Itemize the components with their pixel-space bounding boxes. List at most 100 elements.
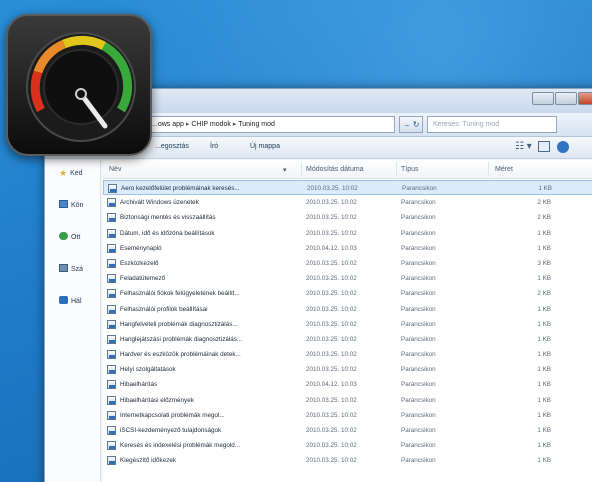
- list-item[interactable]: Archivált Windows üzenetek 2010.03.25. 10…: [103, 195, 592, 210]
- speedometer-icon: [26, 32, 136, 142]
- preview-pane-icon[interactable]: [538, 141, 550, 152]
- breadcrumb-segment[interactable]: CHIP modok: [191, 121, 231, 128]
- list-item[interactable]: Eseménynapló 2010.04.12. 10:03 Parancsikon…: [103, 241, 592, 256]
- file-size: 1 KB: [537, 244, 551, 252]
- file-name: Felhasználói profilok beállításai: [120, 305, 208, 313]
- list-item[interactable]: Hangfelvételi problémák diagnosztizálás.…: [103, 317, 592, 332]
- views-icon[interactable]: ☷ ▾: [515, 141, 532, 152]
- list-item[interactable]: Hibaelhárítási előzmények 2010.03.25. 10:…: [103, 393, 592, 408]
- file-name: Kiegészítő időkezek: [120, 457, 177, 465]
- file-list: Név ▾ Módosítás dátuma Típus Méret Aero …: [103, 160, 592, 482]
- computer-icon: [59, 264, 68, 272]
- file-type: Parancsikon: [401, 259, 436, 267]
- nav-item-libraries[interactable]: Kön: [59, 200, 99, 214]
- address-input[interactable]: ...ows app ▸ CHIP modok ▸ Tuning mod: [145, 116, 395, 133]
- file-name: Internetkapcsolati problémák megol...: [120, 411, 225, 419]
- file-date: 2010.03.25. 10:02: [306, 229, 357, 237]
- nav-item-homegroup[interactable]: Ott: [59, 232, 99, 246]
- file-size: 3 KB: [537, 259, 551, 267]
- list-item[interactable]: Aero kezelőfelület problémáinak keresés.…: [103, 180, 592, 196]
- organize-button[interactable]: ...egosztás: [155, 143, 189, 150]
- column-divider[interactable]: [301, 162, 302, 177]
- list-item[interactable]: Internetkapcsolati problémák megol... 201…: [103, 408, 592, 423]
- search-input[interactable]: Keresés: Tuning mod: [427, 116, 557, 133]
- list-item[interactable]: Eszközkezelő 2010.03.25. 10:02 Parancsikon…: [103, 256, 592, 271]
- list-item[interactable]: Biztonsági mentés és visszaállítás 2010.0…: [103, 210, 592, 225]
- shortcut-icon: [107, 350, 116, 360]
- file-type: Parancsikon: [401, 381, 436, 389]
- burn-button[interactable]: Író: [210, 143, 218, 150]
- file-date: 2010.03.25. 10:02: [306, 351, 357, 359]
- list-item[interactable]: Felhasználói fiókok felügyeletének beáll…: [103, 286, 592, 301]
- nav-item-label: Ked: [70, 170, 83, 177]
- shortcut-icon: [108, 184, 117, 193]
- column-type[interactable]: Típus: [401, 166, 419, 173]
- file-date: 2010.03.25. 10:02: [306, 335, 357, 343]
- list-item[interactable]: Hanglejátszási problémák diagnosztizálás…: [103, 332, 592, 347]
- column-divider[interactable]: [396, 162, 397, 177]
- list-item[interactable]: Dátum, idő és időzóna beállítások 2010.03…: [103, 226, 592, 241]
- file-date: 2010.03.25. 10:02: [306, 427, 357, 434]
- file-date: 2010.04.12. 10:03: [306, 244, 357, 252]
- nav-item-network[interactable]: Hál: [59, 296, 99, 310]
- file-type: Parancsikon: [401, 244, 436, 252]
- file-size: 1 KB: [537, 229, 551, 237]
- shortcut-icon: [107, 243, 116, 253]
- breadcrumb-separator[interactable]: ▸: [233, 121, 237, 128]
- file-name: Eszközkezelő: [120, 259, 159, 267]
- column-size[interactable]: Méret: [495, 166, 513, 173]
- nav-item-computer[interactable]: Szá: [59, 264, 99, 278]
- minimize-button[interactable]: [532, 92, 554, 105]
- file-size: 1 KB: [537, 381, 551, 389]
- nav-item-label: Ott: [71, 234, 81, 241]
- breadcrumb-segment[interactable]: Tuning mod: [238, 121, 275, 128]
- list-item[interactable]: Kiegészítő időkezek 2010.03.25. 10:02 Para…: [103, 453, 592, 468]
- app-icon: [6, 14, 152, 156]
- refresh-button[interactable]: → ↻: [399, 116, 423, 133]
- network-icon: [59, 296, 68, 304]
- breadcrumb-separator[interactable]: ▸: [186, 121, 190, 128]
- file-name: Aero kezelőfelület problémáinak keresés.…: [121, 185, 240, 192]
- library-icon: [59, 200, 68, 208]
- file-type: Parancsikon: [402, 185, 437, 192]
- file-size: 2 KB: [537, 214, 551, 222]
- shortcut-icon: [107, 441, 116, 451]
- shortcut-icon: [107, 456, 116, 466]
- list-item[interactable]: iSCSI-kezdeményező tulajdonságok 2010.03.…: [103, 423, 592, 438]
- shortcut-icon: [107, 380, 116, 390]
- list-item[interactable]: Felhasználói profilok beállításai 2010.03…: [103, 302, 592, 317]
- column-divider[interactable]: [488, 162, 489, 177]
- shortcut-icon: [107, 395, 116, 405]
- column-name[interactable]: Név: [109, 166, 121, 173]
- file-size: 1 KB: [537, 457, 551, 465]
- list-item[interactable]: Helyi szolgáltatások 2010.03.25. 10:02 Par…: [103, 362, 592, 377]
- breadcrumb-segment[interactable]: ...ows app: [152, 121, 184, 128]
- help-icon[interactable]: [557, 141, 569, 153]
- nav-item-favorites[interactable]: ★ Ked: [59, 168, 99, 182]
- list-item[interactable]: Feladatütemező 2010.03.25. 10:02 Parancsik…: [103, 271, 592, 286]
- shortcut-icon: [107, 213, 116, 223]
- close-button[interactable]: [578, 92, 592, 105]
- file-type: Parancsikon: [401, 275, 436, 283]
- maximize-button[interactable]: [555, 92, 577, 105]
- file-name: Hardver és eszközök problémáinak detek..…: [120, 351, 241, 359]
- file-name: Hanglejátszási problémák diagnosztizálás…: [120, 335, 243, 343]
- new-folder-button[interactable]: Új mappa: [250, 143, 280, 150]
- file-name: Helyi szolgáltatások: [120, 366, 176, 374]
- file-date: 2010.03.25. 10:02: [306, 199, 357, 207]
- file-date: 2010.03.25. 10:02: [307, 185, 358, 192]
- column-date[interactable]: Módosítás dátuma: [306, 166, 364, 173]
- file-date: 2010.03.25. 10:02: [306, 442, 357, 450]
- file-date: 2010.03.25. 10:02: [306, 214, 357, 222]
- file-name: iSCSI-kezdeményező tulajdonságok: [120, 427, 222, 434]
- sort-arrow-icon[interactable]: ▾: [283, 166, 287, 174]
- shortcut-icon: [107, 274, 116, 284]
- list-item[interactable]: Hardver és eszközök problémáinak detek..…: [103, 347, 592, 362]
- file-size: 2 KB: [537, 199, 551, 207]
- list-item[interactable]: Keresés és indexelési problémák megold..…: [103, 438, 592, 453]
- list-item[interactable]: Hibaelhárítás 2010.04.12. 10:03 Parancsiko…: [103, 377, 592, 392]
- file-name: Hibaelhárítás: [120, 381, 158, 389]
- homegroup-icon: [59, 232, 68, 240]
- file-size: 1 KB: [537, 427, 551, 434]
- file-type: Parancsikon: [401, 335, 436, 343]
